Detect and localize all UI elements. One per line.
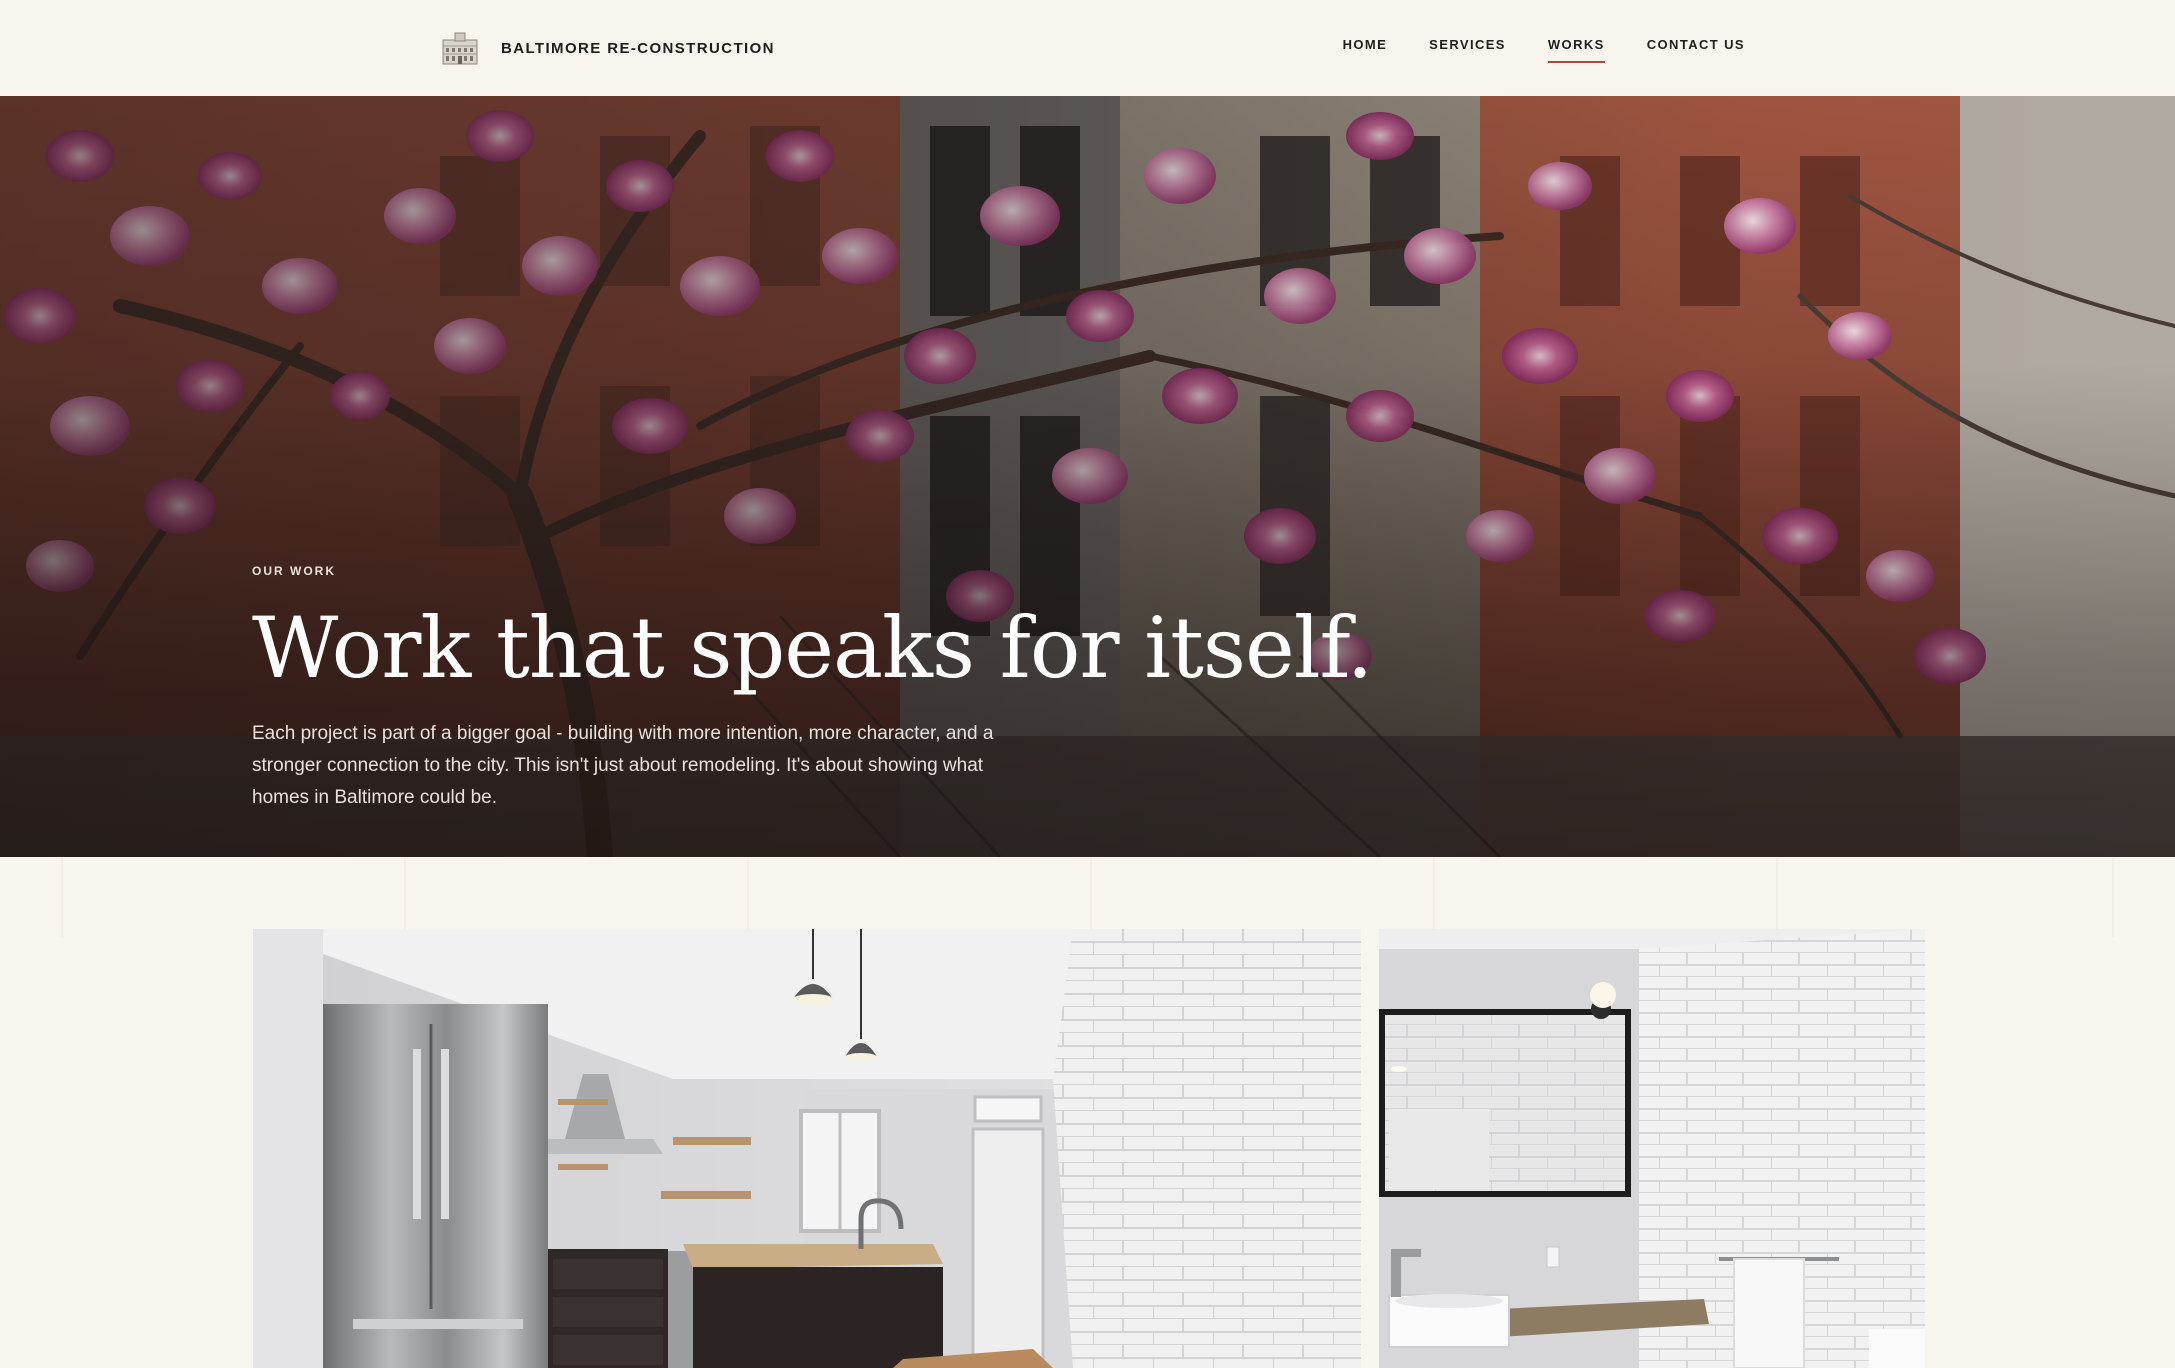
- brand[interactable]: BALTIMORE RE-CONSTRUCTION: [440, 28, 775, 68]
- gallery-item-kitchen[interactable]: [253, 929, 1361, 1368]
- hero-section: OUR WORK Work that speaks for itself. Ea…: [0, 96, 2175, 857]
- gallery-item-bathroom[interactable]: [1379, 929, 1925, 1368]
- hero-text: OUR WORK Work that speaks for itself. Ea…: [252, 564, 1373, 814]
- renovated-kitchen-photo[interactable]: [253, 929, 1361, 1368]
- nav-services[interactable]: SERVICES: [1429, 36, 1506, 61]
- site-header: BALTIMORE RE-CONSTRUCTION HOME SERVICES …: [0, 0, 2175, 96]
- nav-home[interactable]: HOME: [1343, 36, 1388, 61]
- building-logo-icon: [442, 32, 478, 65]
- hero-title: Work that speaks for itself.: [252, 599, 1373, 697]
- renovated-bathroom-photo[interactable]: [1379, 929, 1925, 1368]
- hero-eyebrow: OUR WORK: [252, 564, 336, 578]
- nav-contact-us[interactable]: CONTACT US: [1647, 36, 1745, 61]
- nav-works[interactable]: WORKS: [1547, 36, 1605, 63]
- brand-name[interactable]: BALTIMORE RE-CONSTRUCTION: [501, 40, 775, 57]
- decorative-grid-lines: [61, 857, 2114, 937]
- main-nav: HOME SERVICES WORKS CONTACT US: [1343, 36, 1745, 63]
- hero-description: Each project is part of a bigger goal - …: [252, 723, 994, 808]
